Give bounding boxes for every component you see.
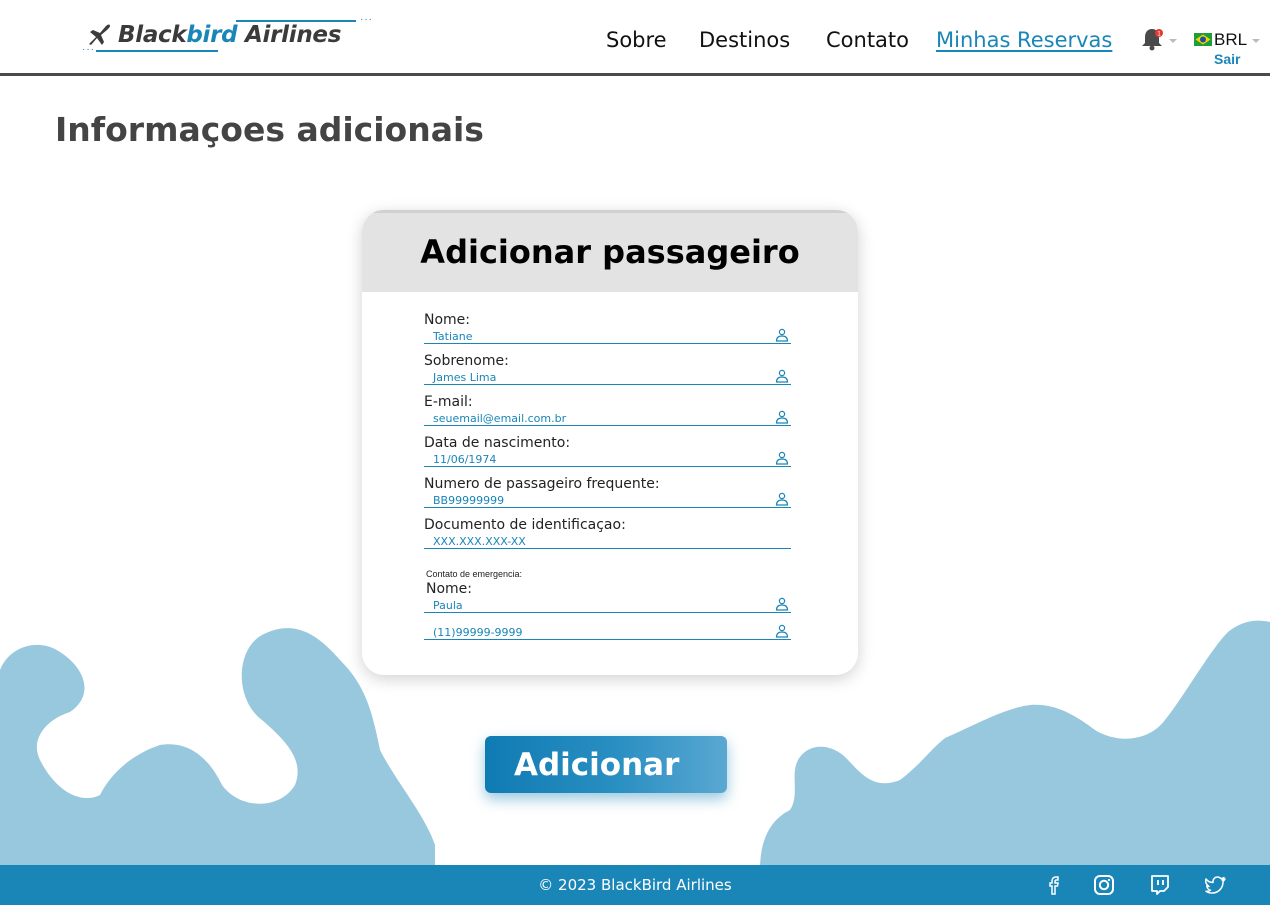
field-label: Numero de passageiro frequente: bbox=[424, 476, 660, 492]
brazil-flag-icon bbox=[1194, 33, 1212, 46]
currency-selector[interactable]: BRL bbox=[1214, 30, 1247, 50]
field-label: Data de nascimento: bbox=[424, 435, 571, 451]
emergency-phone-input[interactable]: (11)99999-9999 bbox=[424, 624, 791, 640]
birthdate-input[interactable]: 11/06/1974 bbox=[424, 451, 791, 467]
nav-sobre[interactable]: Sobre bbox=[606, 28, 667, 52]
field-data-nascimento: Data de nascimento: 11/06/1974 bbox=[424, 435, 791, 467]
field-value: Tatiane bbox=[433, 330, 473, 343]
logo-dots: ··· bbox=[82, 44, 95, 55]
field-label: Documento de identificaçao: bbox=[424, 517, 626, 533]
nome-input[interactable]: Tatiane bbox=[424, 328, 791, 344]
field-email: E-mail: seuemail@email.com.br bbox=[424, 394, 791, 426]
logout-link[interactable]: Sair bbox=[1214, 51, 1240, 67]
field-value: seuemail@email.com.br bbox=[433, 412, 567, 425]
field-value: XXX.XXX.XXX-XX bbox=[433, 535, 526, 548]
nav-minhas-reservas[interactable]: Minhas Reservas bbox=[936, 28, 1112, 52]
twitch-icon[interactable] bbox=[1149, 874, 1171, 896]
field-emergency-nome: Nome: Paula bbox=[424, 581, 791, 613]
field-value: Paula bbox=[433, 599, 463, 612]
field-sobrenome: Sobrenome: James Lima bbox=[424, 353, 791, 385]
logo-dots: ··· bbox=[360, 14, 373, 25]
card-header: Adicionar passageiro bbox=[362, 210, 858, 292]
sobrenome-input[interactable]: James Lima bbox=[424, 369, 791, 385]
field-nome: Nome: Tatiane bbox=[424, 312, 791, 344]
chevron-down-icon[interactable] bbox=[1252, 39, 1260, 43]
emergency-name-input[interactable]: Paula bbox=[424, 597, 791, 613]
bell-icon[interactable]: 1 bbox=[1140, 26, 1164, 52]
card-title: Adicionar passageiro bbox=[420, 233, 800, 271]
user-icon bbox=[775, 624, 789, 638]
user-icon bbox=[775, 492, 789, 506]
email-input[interactable]: seuemail@email.com.br bbox=[424, 410, 791, 426]
field-label: Nome: bbox=[424, 312, 471, 328]
page-title: Informaçoes adicionais bbox=[55, 110, 484, 149]
user-icon bbox=[775, 328, 789, 342]
user-icon bbox=[775, 369, 789, 383]
emergency-contact-caption: Contato de emergencia: bbox=[426, 569, 523, 579]
add-passenger-card: Adicionar passageiro Nome: Tatiane Sobre… bbox=[362, 210, 858, 675]
add-button[interactable]: Adicionar bbox=[485, 736, 727, 793]
document-input[interactable]: XXX.XXX.XXX-XX bbox=[424, 533, 791, 549]
nav-destinos[interactable]: Destinos bbox=[699, 28, 790, 52]
logo-text: Blackbird Airlines bbox=[118, 22, 342, 48]
logo[interactable]: ··· ··· Blackbird Airlines bbox=[82, 14, 373, 56]
footer: © 2023 BlackBird Airlines bbox=[0, 865, 1270, 905]
field-label: Sobrenome: bbox=[424, 353, 509, 369]
field-value: 11/06/1974 bbox=[433, 453, 497, 466]
field-value: James Lima bbox=[433, 371, 497, 384]
field-value: (11)99999-9999 bbox=[433, 626, 523, 639]
facebook-icon[interactable] bbox=[1043, 874, 1065, 896]
twitter-icon[interactable] bbox=[1205, 874, 1227, 896]
frequent-flyer-input[interactable]: BB99999999 bbox=[424, 492, 791, 508]
header: ··· ··· Blackbird Airlines Sobre Destino… bbox=[0, 0, 1270, 76]
field-value: BB99999999 bbox=[433, 494, 505, 507]
user-icon bbox=[775, 597, 789, 611]
instagram-icon[interactable] bbox=[1093, 874, 1115, 896]
nav-contato[interactable]: Contato bbox=[826, 28, 909, 52]
user-icon bbox=[775, 410, 789, 424]
user-icon bbox=[775, 451, 789, 465]
field-label: Nome: bbox=[426, 581, 473, 597]
field-emergency-phone: (11)99999-9999 bbox=[424, 624, 791, 640]
copyright: © 2023 BlackBird Airlines bbox=[538, 876, 732, 894]
field-documento: Documento de identificaçao: XXX.XXX.XXX-… bbox=[424, 517, 791, 549]
field-label: E-mail: bbox=[424, 394, 473, 410]
field-passageiro-frequente: Numero de passageiro frequente: BB999999… bbox=[424, 476, 791, 508]
chevron-down-icon[interactable] bbox=[1169, 39, 1177, 43]
logo-line bbox=[96, 50, 218, 52]
